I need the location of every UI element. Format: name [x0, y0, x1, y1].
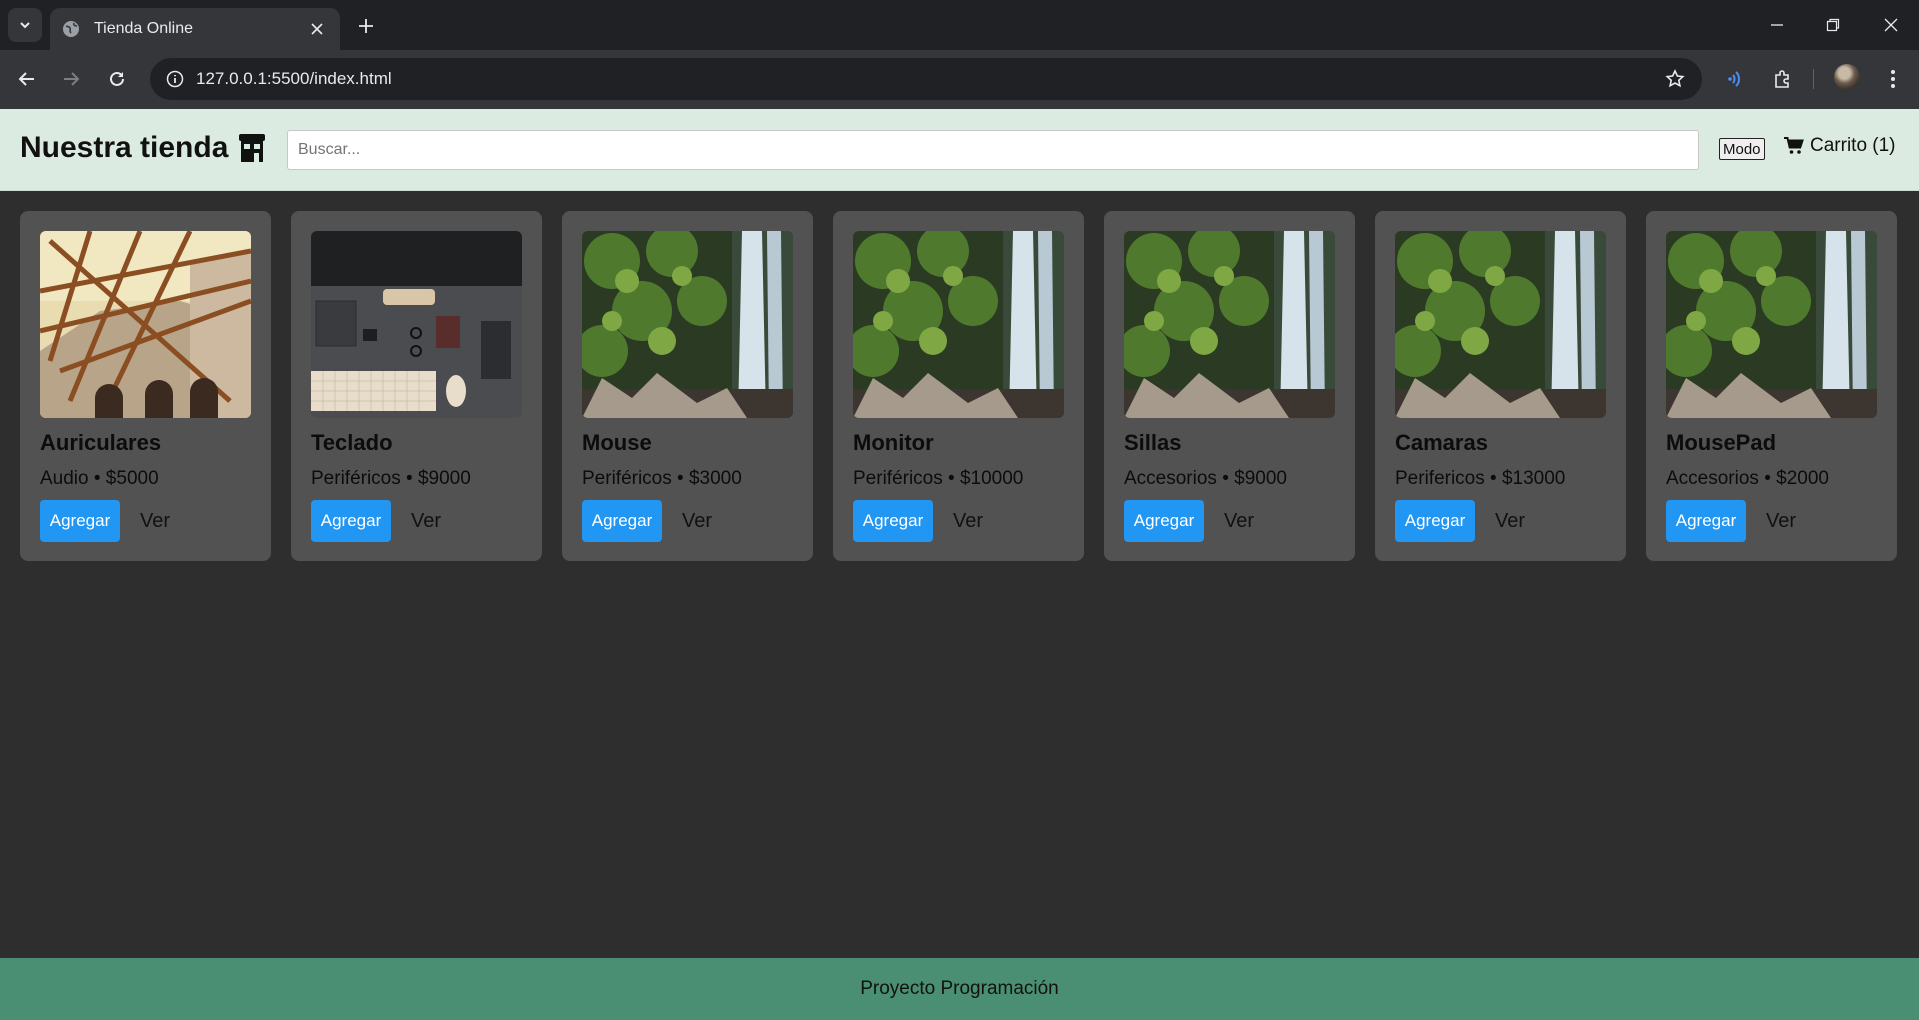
product-name: Monitor [853, 430, 934, 455]
product-category-price: Audio • $5000 [40, 468, 159, 489]
product-card: Mouse Periféricos • $3000 Agregar Ver [562, 211, 813, 561]
cart-label: Carrito (1) [1810, 135, 1896, 156]
address-bar[interactable]: 127.0.0.1:5500/index.html [150, 58, 1702, 100]
view-product-button[interactable]: Ver [953, 510, 983, 533]
add-to-cart-button[interactable]: Agregar [40, 500, 120, 542]
view-product-button[interactable]: Ver [682, 510, 712, 533]
view-product-button[interactable]: Ver [1495, 510, 1525, 533]
store-icon [238, 133, 266, 163]
cart-button[interactable]: Carrito (1) [1784, 135, 1896, 157]
add-to-cart-button[interactable]: Agregar [1124, 500, 1204, 542]
product-actions: Agregar Ver [1395, 500, 1606, 542]
more-menu-icon[interactable] [1878, 64, 1908, 94]
product-name: Camaras [1395, 430, 1488, 455]
search-input[interactable] [287, 130, 1699, 170]
product-actions: Agregar Ver [1666, 500, 1877, 542]
add-to-cart-button[interactable]: Agregar [1666, 500, 1746, 542]
forward-icon[interactable] [56, 64, 86, 94]
chevron-down-icon [18, 18, 32, 32]
product-card: Sillas Accesorios • $9000 Agregar Ver [1104, 211, 1355, 561]
browser-tab[interactable]: Tienda Online [50, 8, 340, 50]
product-name: Auriculares [40, 430, 162, 455]
close-tab-icon[interactable] [306, 18, 328, 40]
cart-icon [1784, 137, 1804, 155]
globe-icon [62, 19, 82, 39]
back-icon[interactable] [12, 64, 42, 94]
product-actions: Agregar Ver [853, 500, 1064, 542]
product-name: MousePad [1666, 430, 1777, 455]
site-title: Nuestra tienda [20, 131, 266, 165]
add-to-cart-button[interactable]: Agregar [853, 500, 933, 542]
new-tab-button[interactable] [352, 12, 380, 40]
close-window-icon[interactable] [1877, 12, 1905, 38]
add-to-cart-button[interactable]: Agregar [311, 500, 391, 542]
browser-tab-strip: Tienda Online [0, 0, 1919, 50]
product-actions: Agregar Ver [582, 500, 793, 542]
product-name: Mouse [582, 430, 652, 455]
product-image-waterfall [1395, 231, 1606, 418]
product-card: MousePad Accesorios • $2000 Agregar Ver [1646, 211, 1897, 561]
url-text[interactable]: 127.0.0.1:5500/index.html [196, 69, 392, 89]
tab-search-button[interactable] [8, 8, 42, 42]
product-card: Camaras Perifericos • $13000 Agregar Ver [1375, 211, 1626, 561]
profile-avatar[interactable] [1834, 64, 1860, 90]
extensions-icon[interactable] [1767, 64, 1797, 94]
product-actions: Agregar Ver [1124, 500, 1335, 542]
site-info-icon[interactable] [164, 68, 186, 90]
tab-title: Tienda Online [94, 20, 194, 37]
product-grid: Auriculares Audio • $5000 Agregar Ver Te… [20, 211, 1900, 561]
product-image-waterfall [1124, 231, 1335, 418]
view-product-button[interactable]: Ver [1766, 510, 1796, 533]
product-actions: Agregar Ver [311, 500, 522, 542]
restore-icon[interactable] [1819, 12, 1847, 38]
view-product-button[interactable]: Ver [1224, 510, 1254, 533]
product-card: Auriculares Audio • $5000 Agregar Ver [20, 211, 271, 561]
product-card: Teclado Periféricos • $9000 Agregar Ver [291, 211, 542, 561]
toolbar-divider [1813, 69, 1814, 89]
product-category-price: Periféricos • $10000 [853, 468, 1024, 489]
product-name: Sillas [1124, 430, 1182, 455]
minimize-icon[interactable] [1763, 12, 1791, 38]
product-image-desk-keyboard [311, 231, 522, 418]
product-category-price: Accesorios • $9000 [1124, 468, 1287, 489]
product-image-waterfall [1666, 231, 1877, 418]
site-header: Nuestra tienda Modo Carrito (1) [0, 109, 1919, 191]
product-image-architecture [40, 231, 251, 418]
product-category-price: Perifericos • $13000 [1395, 468, 1566, 489]
product-category-price: Periféricos • $3000 [582, 468, 742, 489]
view-product-button[interactable]: Ver [411, 510, 441, 533]
product-actions: Agregar Ver [40, 500, 251, 542]
product-image-waterfall [853, 231, 1064, 418]
product-name: Teclado [311, 430, 393, 455]
product-card: Monitor Periféricos • $10000 Agregar Ver [833, 211, 1084, 561]
bookmark-star-icon[interactable] [1664, 68, 1686, 90]
site-footer: Proyecto Programación [0, 958, 1919, 1020]
reload-icon[interactable] [102, 64, 132, 94]
add-to-cart-button[interactable]: Agregar [1395, 500, 1475, 542]
product-category-price: Accesorios • $2000 [1666, 468, 1829, 489]
product-image-waterfall [582, 231, 793, 418]
site-title-text: Nuestra tienda [20, 131, 229, 164]
view-product-button[interactable]: Ver [140, 510, 170, 533]
product-category-price: Periféricos • $9000 [311, 468, 471, 489]
footer-text: Proyecto Programación [860, 978, 1059, 999]
add-to-cart-button[interactable]: Agregar [582, 500, 662, 542]
page-viewport: Nuestra tienda Modo Carrito (1) [0, 109, 1919, 1020]
mode-toggle-button[interactable]: Modo [1719, 138, 1765, 160]
broadcast-icon[interactable] [1720, 64, 1750, 94]
